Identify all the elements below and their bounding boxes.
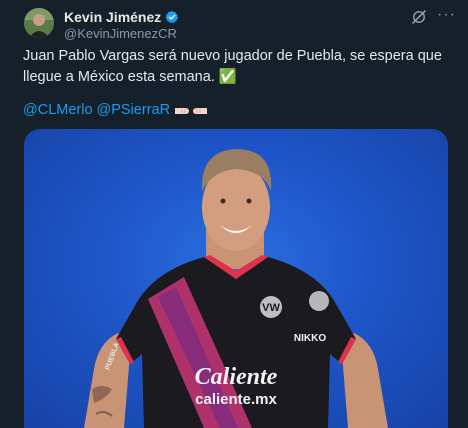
mentions-row: @CLMerlo @PSierraR: [23, 100, 208, 121]
jersey-brand: NIKKO: [294, 333, 326, 344]
more-options-icon[interactable]: ···: [437, 7, 456, 23]
fist-bump-emoji: [174, 104, 208, 118]
tweet-photo[interactable]: VW Caliente caliente.mx NIKKO PUEBLA: [24, 129, 448, 428]
svg-text:VW: VW: [262, 302, 280, 314]
tweet-header: Kevin Jiménez @KevinJimenezCR ···: [20, 7, 460, 42]
jersey-sponsor-url: caliente.mx: [195, 391, 277, 408]
grok-icon[interactable]: [410, 8, 428, 26]
mention-link[interactable]: @CLMerlo: [23, 100, 93, 121]
jersey-sponsor-main: Caliente: [195, 364, 278, 390]
author-block: Kevin Jiménez @KevinJimenezCR: [64, 8, 179, 41]
tweet-text: Juan Pablo Vargas será nuevo jugador de …: [23, 48, 442, 85]
mention-link[interactable]: @PSierraR: [97, 100, 171, 121]
author-handle[interactable]: @KevinJimenezCR: [64, 26, 179, 41]
verified-badge-icon: [165, 10, 179, 24]
author-name[interactable]: Kevin Jiménez: [64, 9, 161, 25]
avatar[interactable]: [24, 8, 54, 38]
